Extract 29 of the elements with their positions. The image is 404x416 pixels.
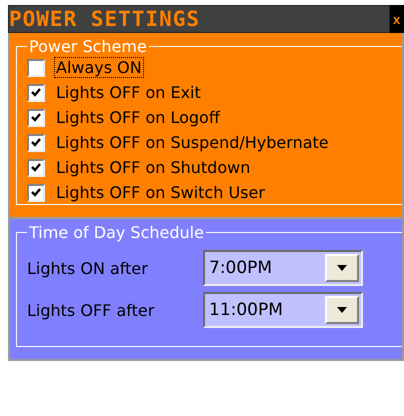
check-icon (31, 113, 41, 122)
checkbox-label[interactable]: Lights OFF on Shutdown (55, 158, 252, 177)
caret-icon (337, 307, 347, 313)
checkbox-label[interactable]: Lights OFF on Logoff (55, 108, 221, 127)
checkbox[interactable] (27, 158, 45, 176)
dropdown-button[interactable] (325, 296, 359, 324)
checkbox[interactable] (27, 58, 45, 76)
checkbox[interactable] (27, 184, 45, 202)
time-label: Lights ON after (27, 258, 149, 278)
checkbox[interactable] (27, 108, 45, 126)
check-icon (31, 138, 41, 147)
caret-icon (337, 265, 347, 271)
group-legend: Time of Day Schedule (27, 223, 206, 242)
check-icon (31, 88, 41, 97)
checkbox-label[interactable]: Lights OFF on Switch User (55, 183, 266, 202)
dropdown-button[interactable] (325, 254, 359, 282)
window-title: POWER SETTINGS (9, 7, 200, 31)
check-icon (31, 163, 41, 172)
checkbox[interactable] (27, 84, 45, 102)
time-dropdown[interactable]: 7:00PM (203, 250, 363, 286)
close-button[interactable]: x (390, 5, 404, 33)
time-dropdown[interactable]: 11:00PM (203, 292, 363, 328)
checkbox[interactable] (27, 134, 45, 152)
checkbox-label[interactable]: Lights OFF on Exit (55, 83, 202, 102)
checkbox-label[interactable]: Always ON (55, 58, 143, 77)
checkbox-label[interactable]: Lights OFF on Suspend/Hybernate (55, 133, 330, 152)
group-legend: Power Scheme (27, 37, 149, 56)
time-label: Lights OFF after (27, 300, 156, 320)
check-icon (31, 188, 41, 197)
